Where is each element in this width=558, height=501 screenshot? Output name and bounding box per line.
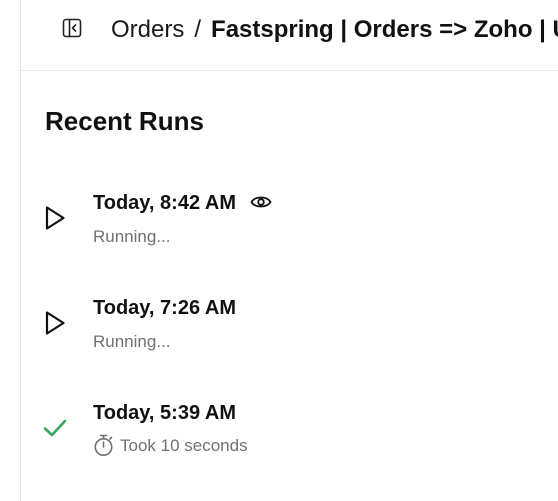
section-title: Recent Runs: [45, 106, 204, 136]
breadcrumb: Orders / Fastspring | Orders => Zoho | U: [111, 15, 558, 45]
sidebar-toggle-icon: [62, 18, 82, 38]
checkmark-icon: [43, 419, 67, 437]
run-status-text: Running...: [93, 332, 171, 351]
run-time: Today, 8:42 AM: [93, 192, 236, 214]
play-icon: [45, 206, 65, 230]
run-status: [40, 413, 70, 443]
breadcrumb-separator: /: [194, 16, 202, 43]
run-time: Today, 5:39 AM: [93, 402, 236, 424]
stopwatch-icon: [94, 434, 113, 456]
run-status: [40, 308, 70, 338]
run-item[interactable]: Today, 8:42 AM Running...: [0, 180, 558, 260]
run-item[interactable]: Today, 5:39 AM Took 10 seconds: [0, 390, 558, 470]
breadcrumb-current: Fastspring | Orders => Zoho | U: [211, 16, 558, 43]
run-status-text: Took 10 seconds: [120, 435, 248, 455]
run-duration: Took 10 seconds: [93, 434, 248, 457]
eye-icon[interactable]: [250, 193, 272, 211]
run-status: [40, 203, 70, 233]
play-icon: [45, 311, 65, 335]
run-item[interactable]: Today, 7:26 AM Running...: [0, 285, 558, 365]
page-header: Orders / Fastspring | Orders => Zoho | U: [21, 0, 558, 71]
run-status-text: Running...: [93, 227, 171, 246]
run-time: Today, 7:26 AM: [93, 297, 236, 319]
breadcrumb-root-link[interactable]: Orders: [111, 16, 184, 43]
sidebar-toggle-button[interactable]: [61, 17, 83, 39]
